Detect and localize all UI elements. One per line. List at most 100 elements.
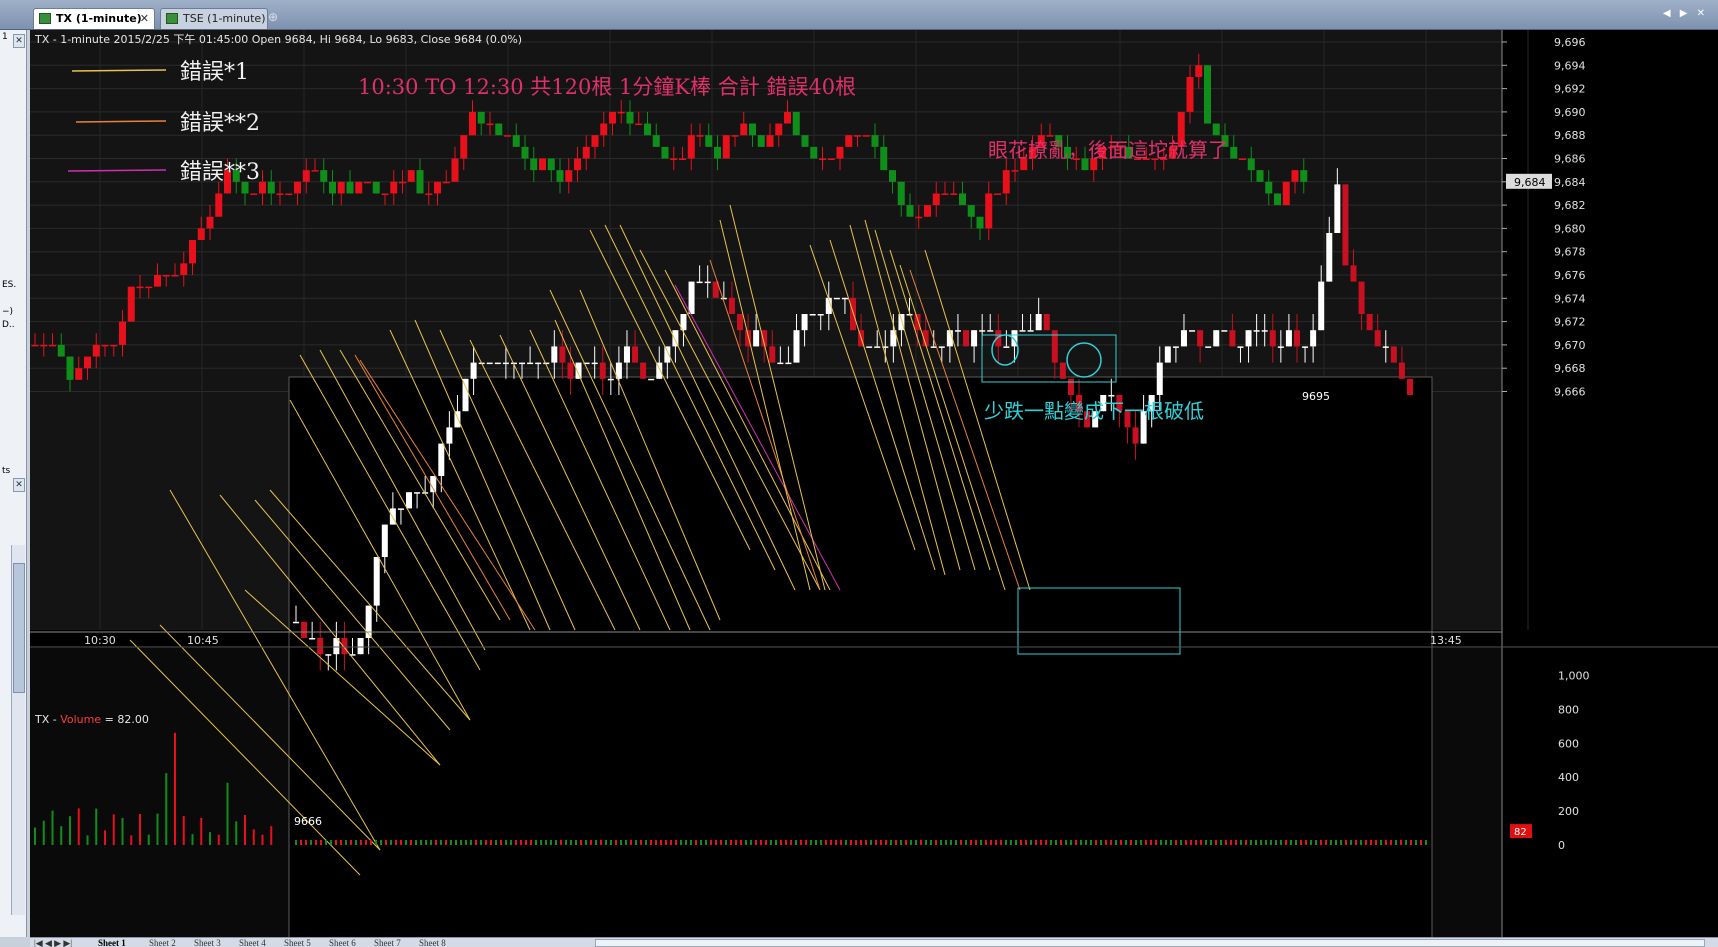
candle-body xyxy=(766,135,774,147)
overlay-candle-body xyxy=(1229,330,1236,347)
close-icon[interactable]: ✕ xyxy=(140,9,149,28)
candle-body xyxy=(302,170,310,182)
candle-body xyxy=(652,135,660,147)
candle-body xyxy=(337,181,345,194)
overlay-candle-body xyxy=(1350,265,1357,282)
overlay-candle-body xyxy=(1269,330,1276,347)
chart-icon xyxy=(166,13,178,24)
overlay-candle-body xyxy=(1067,378,1074,395)
candle-body xyxy=(477,111,485,124)
tab-tse-1-minute[interactable]: TSE (1-minute) xyxy=(160,8,268,29)
overlay-candle-body xyxy=(381,524,388,557)
overlay-candle-body xyxy=(1059,362,1066,379)
candle-body xyxy=(600,123,608,136)
candle-body xyxy=(171,275,179,277)
overlay-candle-body xyxy=(1003,346,1010,348)
sheet-tab-6[interactable]: Sheet 6 xyxy=(329,938,356,947)
overlay-candle-body xyxy=(1035,314,1042,331)
overlay-candle-body xyxy=(640,362,647,379)
scrollbar-thumb[interactable] xyxy=(13,563,25,693)
overlay-candle-body xyxy=(599,362,606,379)
chart-icon xyxy=(39,13,51,24)
horizontal-scrollbar[interactable] xyxy=(595,939,1705,947)
overlay-candle-body xyxy=(486,362,493,365)
overlay-candle-body xyxy=(1407,378,1413,395)
overlay-candle-body xyxy=(607,378,614,381)
candle-body xyxy=(364,181,371,184)
panel-label: −) xyxy=(2,307,14,317)
sheet-nav-icons[interactable]: |◀ ◀ ▶ ▶| xyxy=(34,938,72,947)
tab-tx-1-minute[interactable]: TX (1-minute) ✕ xyxy=(33,8,155,29)
candle-body xyxy=(556,170,564,182)
candle-body xyxy=(565,170,573,182)
overlay-candle-body xyxy=(1285,330,1292,347)
sheet-tab-7[interactable]: Sheet 7 xyxy=(374,938,401,947)
candle-body xyxy=(845,135,853,147)
overlay-candle-body xyxy=(648,378,655,381)
overlay-candle-body xyxy=(874,346,881,348)
low-price-label: 9666 xyxy=(294,815,322,828)
close-icon[interactable]: ✕ xyxy=(13,34,25,48)
overlay-candle-body xyxy=(841,297,848,300)
candle-body xyxy=(154,275,161,287)
overlay-candle-body xyxy=(688,281,695,314)
chart-window: 錯誤*1 錯誤**2 錯誤**3 10:30 TO 12:30 共120根 1分鐘K棒… xyxy=(30,30,1718,937)
sheet-tab-1[interactable]: Sheet 1 xyxy=(98,938,126,947)
overlay-candle-body xyxy=(438,443,445,476)
vertical-scrollbar[interactable] xyxy=(11,545,25,915)
sheet-tab-8[interactable]: Sheet 8 xyxy=(419,938,446,947)
tab-label: TX (1-minute) xyxy=(56,12,142,25)
candle-body xyxy=(162,275,170,277)
candle-body xyxy=(329,181,336,194)
price-tick-label: 9,690 xyxy=(1554,106,1586,119)
close-icon[interactable]: ✕ xyxy=(13,478,25,492)
overlay-candle-body xyxy=(1253,330,1260,332)
overlay-candle-body xyxy=(1374,330,1381,347)
sheet-tab-2[interactable]: Sheet 2 xyxy=(149,938,176,947)
candle-body xyxy=(1195,65,1203,77)
overlay-candle-body xyxy=(1019,330,1026,332)
volume-tick-label: 600 xyxy=(1558,737,1579,750)
time-tick-label: 13:45 xyxy=(1430,634,1462,647)
candle-body xyxy=(504,135,511,137)
candle-body xyxy=(66,356,74,380)
candle-body xyxy=(486,123,494,126)
candle-body xyxy=(250,193,258,195)
tab-navigation-icons[interactable]: ◀ ▶ ✕ xyxy=(1663,8,1708,19)
add-tab-icon[interactable]: ⊕ xyxy=(268,10,278,24)
candle-body xyxy=(670,158,678,160)
candle-body xyxy=(512,135,520,147)
candle-body xyxy=(679,158,686,160)
overlay-candle-body xyxy=(535,362,542,365)
sheet-tab-5[interactable]: Sheet 5 xyxy=(284,938,311,947)
current-volume-label: 82 xyxy=(1514,827,1527,838)
tab-bar: TX (1-minute) ✕ TSE (1-minute) ⊕ ◀ ▶ ✕ xyxy=(0,0,1718,30)
panel-label: ES. xyxy=(2,280,17,290)
overlay-candle-body xyxy=(1164,346,1171,363)
candle-body xyxy=(994,193,1001,195)
overlay-candle-body xyxy=(1043,314,1050,331)
candle-body xyxy=(626,111,634,124)
annotation-missed: 少跌一點變成下一根破低 xyxy=(984,399,1204,423)
sheet-tab-4[interactable]: Sheet 4 xyxy=(239,938,266,947)
overlay-candle-body xyxy=(1302,346,1309,348)
sheet-tab-3[interactable]: Sheet 3 xyxy=(194,938,221,947)
price-chart[interactable]: 錯誤*1 錯誤**2 錯誤**3 10:30 TO 12:30 共120根 1分鐘K棒… xyxy=(30,30,1718,937)
candle-body xyxy=(757,135,765,147)
overlay-candle-body xyxy=(1382,346,1389,348)
candle-body xyxy=(906,205,914,217)
candle-body xyxy=(1046,135,1054,137)
candle-body xyxy=(381,193,389,195)
overlay-candle-body xyxy=(1221,330,1228,332)
pasted-screenshot-panel xyxy=(288,376,1433,937)
overlay-candle-body xyxy=(801,314,808,331)
overlay-candle-body xyxy=(785,362,792,365)
overlay-candle-body xyxy=(809,314,816,316)
overlay-candle-body xyxy=(341,638,348,655)
candle-body xyxy=(92,344,100,357)
candle-body xyxy=(206,216,214,229)
candle-body xyxy=(1256,170,1264,182)
overlay-candle-body xyxy=(954,330,961,332)
candle-body xyxy=(854,135,861,137)
candle-body xyxy=(617,111,625,114)
